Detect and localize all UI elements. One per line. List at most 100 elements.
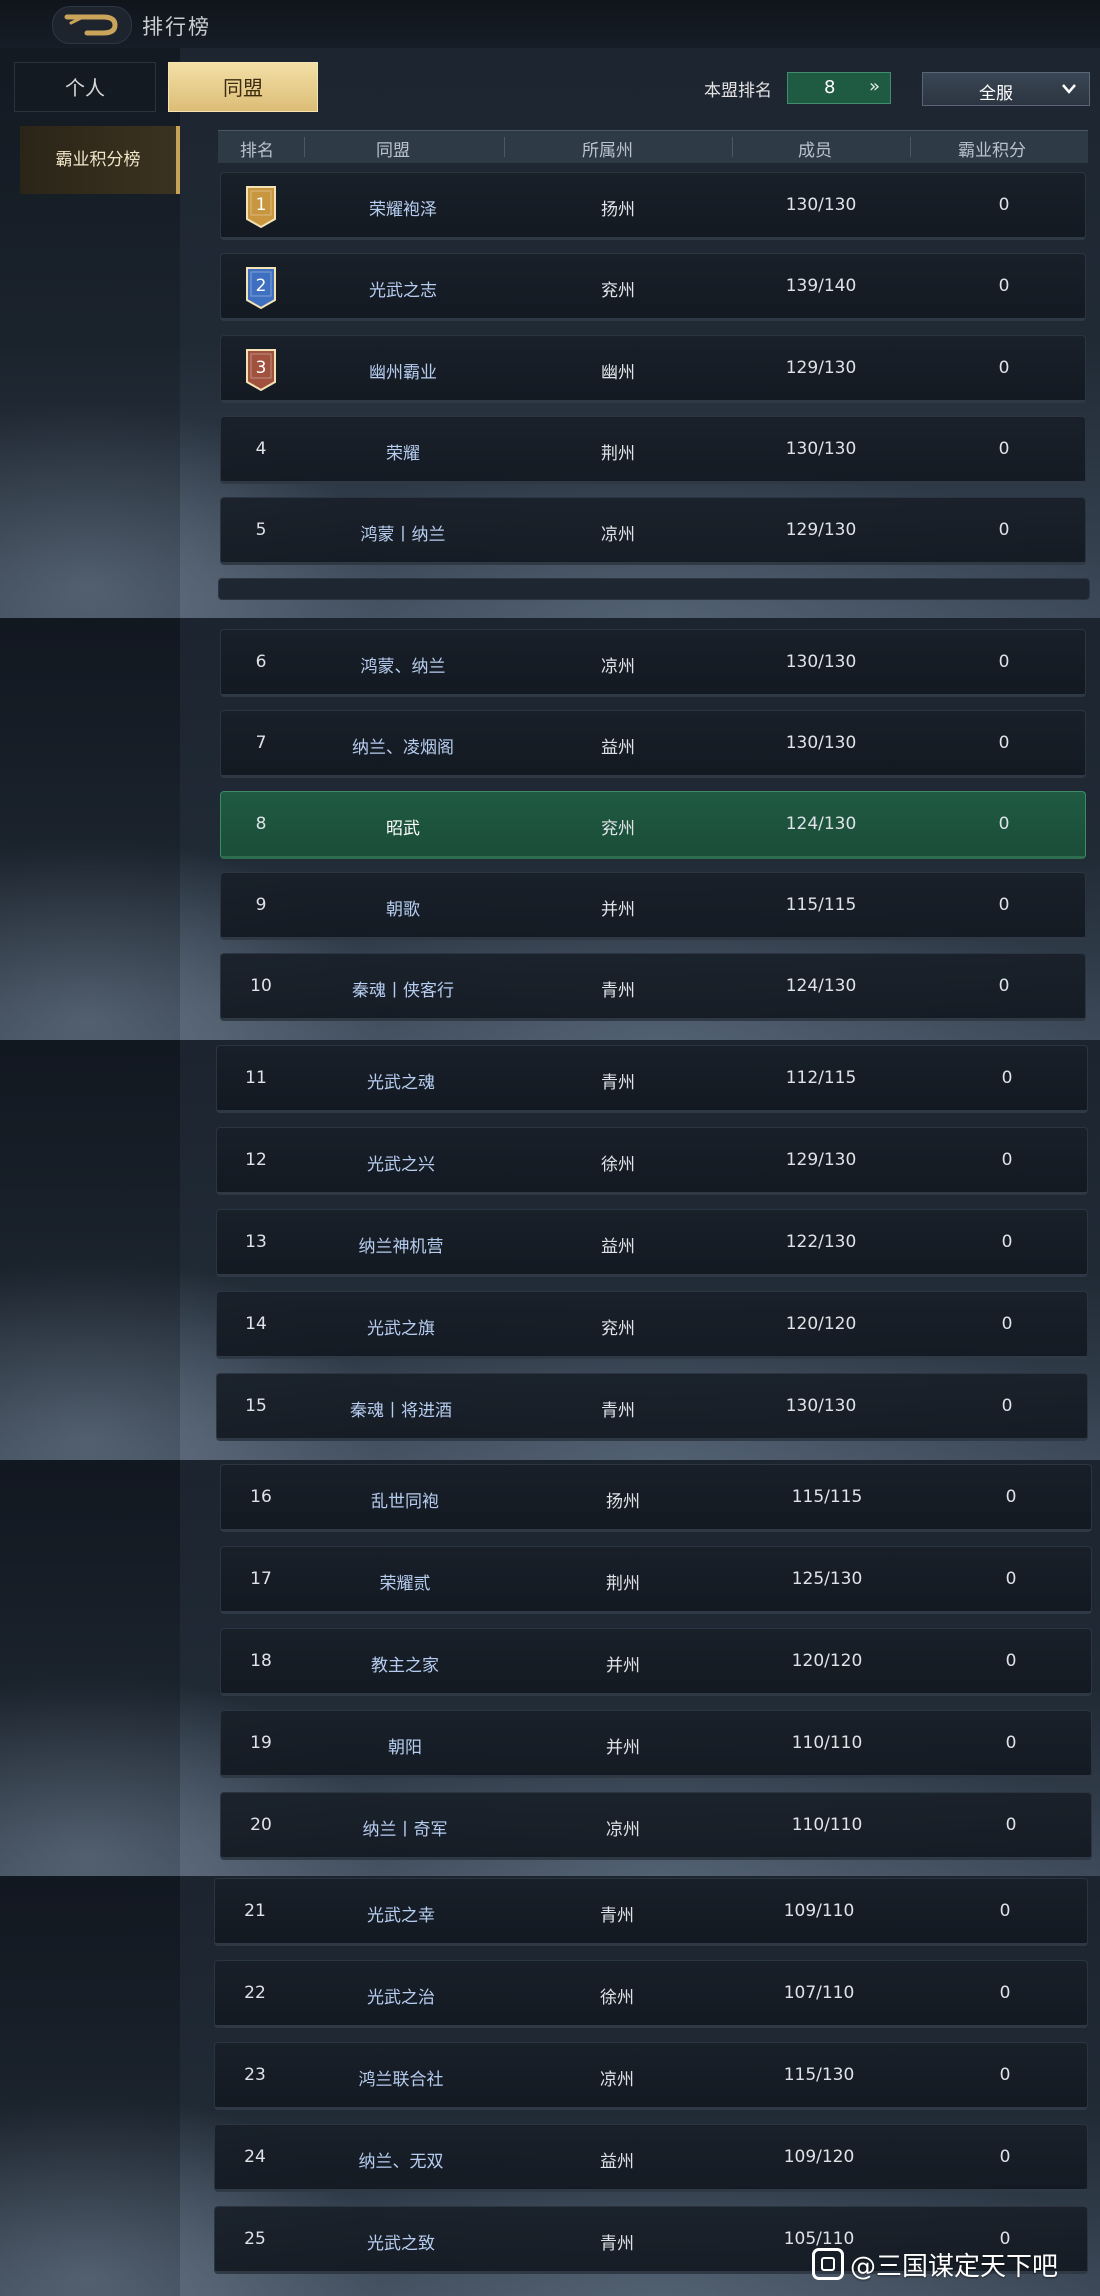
score-cell: 0 [998, 358, 1010, 378]
table-row[interactable]: 3 幽州霸业 幽州 129/130 0 [220, 335, 1086, 403]
score-cell: 0 [999, 1983, 1011, 2003]
state-cell: 凉州 [600, 2070, 634, 2090]
alliance-name-cell: 光武之兴 [367, 1155, 435, 1175]
members-cell: 107/110 [783, 1983, 855, 2003]
alliance-name-cell: 荣耀贰 [379, 1574, 431, 1594]
table-row[interactable]: 24 纳兰、无双 益州 109/120 0 [214, 2124, 1088, 2192]
members-cell: 130/130 [785, 439, 857, 459]
alliance-name-cell: 纳兰神机营 [358, 1237, 444, 1257]
members-cell: 129/130 [785, 1150, 857, 1170]
column-header-score: 霸业积分 [958, 141, 1026, 161]
my-rank-jump-button[interactable]: 8 » [787, 72, 891, 104]
rank-cell: 11 [245, 1068, 267, 1088]
table-row[interactable]: 10 秦魂丨侠客行 青州 124/130 0 [220, 953, 1086, 1021]
alliance-name-cell: 荣耀袍泽 [369, 200, 437, 220]
score-cell: 0 [1001, 1314, 1013, 1334]
members-cell: 109/120 [783, 2147, 855, 2167]
table-row[interactable]: 8 昭武 兖州 124/130 0 [220, 791, 1086, 859]
score-cell: 0 [1001, 1068, 1013, 1088]
back-arrow-icon [64, 14, 118, 36]
table-row[interactable]: 18 教主之家 并州 120/120 0 [220, 1628, 1092, 1696]
alliance-name-cell: 鸿蒙丨纳兰 [360, 525, 446, 545]
rank-cell: 4 [255, 439, 267, 459]
table-row[interactable]: 12 光武之兴 徐州 129/130 0 [216, 1127, 1088, 1195]
members-cell: 130/130 [785, 652, 857, 672]
members-cell: 129/130 [785, 358, 857, 378]
state-cell: 并州 [601, 900, 635, 920]
state-cell: 青州 [601, 1401, 635, 1421]
watermark-text: @三国谋定天下吧 [850, 2252, 1059, 2282]
score-cell: 0 [998, 439, 1010, 459]
table-row[interactable]: 5 鸿蒙丨纳兰 凉州 129/130 0 [220, 497, 1086, 565]
chevron-down-icon [1062, 84, 1076, 94]
state-cell: 青州 [601, 981, 635, 1001]
table-row[interactable]: 20 纳兰丨奇军 凉州 110/110 0 [220, 1792, 1092, 1860]
table-row[interactable]: 9 朝歌 并州 115/115 0 [220, 872, 1086, 940]
back-button[interactable] [52, 6, 132, 44]
alliance-name-cell: 教主之家 [371, 1656, 439, 1676]
tab-alliance[interactable]: 同盟 [168, 62, 318, 112]
state-cell: 益州 [600, 2152, 634, 2172]
score-cell: 0 [1001, 1232, 1013, 1252]
side-tab-hegemony-points[interactable]: 霸业积分榜 [20, 126, 180, 194]
score-cell: 0 [998, 976, 1010, 996]
rank-cell: 10 [250, 976, 272, 996]
state-cell: 并州 [606, 1738, 640, 1758]
alliance-name-cell: 光武之致 [367, 2234, 435, 2254]
server-filter-value: 全服 [979, 84, 1013, 104]
table-row[interactable]: 1 荣耀袍泽 扬州 130/130 0 [220, 172, 1086, 240]
table-row[interactable]: 15 秦魂丨将进酒 青州 130/130 0 [216, 1373, 1088, 1441]
alliance-name-cell: 乱世同袍 [371, 1492, 439, 1512]
state-cell: 兖州 [601, 819, 635, 839]
page-title: 排行榜 [142, 15, 211, 39]
alliance-name-cell: 鸿蒙、纳兰 [360, 657, 446, 677]
score-cell: 0 [998, 814, 1010, 834]
table-row[interactable]: 2 光武之志 兖州 139/140 0 [220, 253, 1086, 321]
state-cell: 凉州 [601, 657, 635, 677]
rank-badge-number: 1 [256, 195, 267, 215]
state-cell: 青州 [600, 1906, 634, 1926]
rank-badge-icon: 1 [246, 186, 276, 229]
members-cell: 139/140 [785, 276, 857, 296]
table-row[interactable]: 23 鸿兰联合社 凉州 115/130 0 [214, 2042, 1088, 2110]
state-cell: 徐州 [601, 1155, 635, 1175]
alliance-name-cell: 朝阳 [388, 1738, 422, 1758]
state-cell: 幽州 [601, 363, 635, 383]
score-cell: 0 [999, 2065, 1011, 2085]
rank-cell: 14 [245, 1314, 267, 1334]
table-row[interactable]: 7 纳兰、凌烟阁 益州 130/130 0 [220, 710, 1086, 778]
score-cell: 0 [1001, 1150, 1013, 1170]
table-row[interactable]: 16 乱世同袍 扬州 115/115 0 [220, 1464, 1092, 1532]
members-cell: 130/130 [785, 733, 857, 753]
members-cell: 109/110 [783, 1901, 855, 1921]
members-cell: 115/115 [785, 895, 857, 915]
table-row[interactable]: 19 朝阳 并州 110/110 0 [220, 1710, 1092, 1778]
alliance-name-cell: 朝歌 [386, 900, 420, 920]
score-cell: 0 [998, 276, 1010, 296]
rank-cell: 7 [255, 733, 267, 753]
table-row[interactable]: 22 光武之治 徐州 107/110 0 [214, 1960, 1088, 2028]
rank-badge-number: 2 [256, 276, 267, 296]
alliance-name-cell: 幽州霸业 [369, 363, 437, 383]
alliance-name-cell: 光武之志 [369, 281, 437, 301]
table-row[interactable]: 11 光武之魂 青州 112/115 0 [216, 1045, 1088, 1113]
rank-cell: 12 [245, 1150, 267, 1170]
score-cell: 0 [999, 2147, 1011, 2167]
rank-cell: 9 [255, 895, 267, 915]
table-row[interactable]: 13 纳兰神机营 益州 122/130 0 [216, 1209, 1088, 1277]
table-row[interactable]: 6 鸿蒙、纳兰 凉州 130/130 0 [220, 629, 1086, 697]
alliance-name-cell: 鸿兰联合社 [358, 2070, 444, 2090]
alliance-name-cell: 秦魂丨将进酒 [350, 1401, 452, 1421]
table-row[interactable]: 4 荣耀 荆州 130/130 0 [220, 416, 1086, 484]
tab-personal[interactable]: 个人 [14, 62, 156, 112]
table-row[interactable]: 17 荣耀贰 荆州 125/130 0 [220, 1546, 1092, 1614]
members-cell: 115/115 [791, 1487, 863, 1507]
score-cell: 0 [1005, 1815, 1017, 1835]
rank-cell: 19 [250, 1733, 272, 1753]
rank-cell: 15 [245, 1396, 267, 1416]
members-cell: 115/130 [783, 2065, 855, 2085]
table-row[interactable]: 21 光武之幸 青州 109/110 0 [214, 1878, 1088, 1946]
server-filter-select[interactable]: 全服 [922, 72, 1090, 106]
score-cell: 0 [1005, 1651, 1017, 1671]
table-row[interactable]: 14 光武之旗 兖州 120/120 0 [216, 1291, 1088, 1359]
